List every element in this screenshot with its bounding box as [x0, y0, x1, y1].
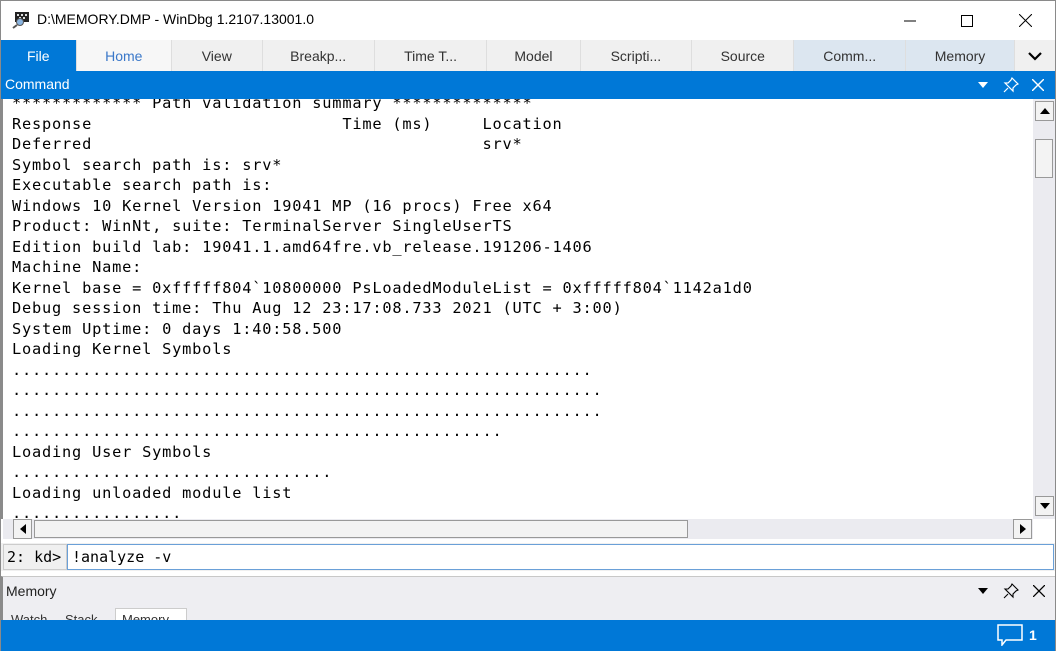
dropdown-triangle-icon [978, 588, 988, 594]
close-button[interactable] [996, 1, 1054, 40]
command-input[interactable] [67, 544, 1054, 570]
memory-pane-close-button[interactable] [1029, 581, 1049, 601]
windbg-icon [12, 11, 30, 29]
arrow-left-icon [19, 524, 26, 534]
pane-close-button[interactable] [1028, 75, 1048, 95]
tab-time-travel[interactable]: Time T... [374, 40, 488, 71]
output-line: ........................................… [12, 360, 593, 379]
output-line: System Uptime: 0 days 1:40:58.500 [12, 319, 343, 338]
memory-pane-title: Memory [6, 583, 57, 599]
ribbon-tabs: File Home View Breakp... Time T... Model… [1, 40, 1055, 71]
output-line: Loading Kernel Symbols [12, 340, 233, 358]
output-line: Machine Name: [12, 258, 143, 276]
minimize-button[interactable] [881, 1, 939, 40]
command-input-row: 2: kd> [1, 543, 1055, 571]
tab-command[interactable]: Comm... [794, 40, 906, 71]
tab-view[interactable]: View [172, 40, 263, 71]
tab-scripting[interactable]: Scripti... [580, 40, 693, 71]
output-line: Product: WinNt, suite: TerminalServer Si… [12, 217, 513, 235]
output-text: ************* Path validation summary **… [12, 99, 753, 519]
minimize-icon [904, 20, 916, 21]
output-line: Loading User Symbols [12, 442, 213, 461]
windbg-window: D:\MEMORY.DMP - WinDbg 1.2107.13001.0 Fi… [0, 0, 1056, 651]
command-pane-title: Command [5, 76, 70, 92]
close-icon [1018, 14, 1032, 27]
tab-memory[interactable]: Memory [905, 40, 1016, 71]
memory-pane: Memory Watch Stack Memory [1, 576, 1055, 621]
memory-pane-menu-button[interactable] [973, 581, 993, 601]
pin-icon [1003, 77, 1019, 93]
memory-pane-tabs: Watch Stack Memory [9, 607, 209, 621]
window-title: D:\MEMORY.DMP - WinDbg 1.2107.13001.0 [37, 11, 315, 27]
maximize-button[interactable] [938, 1, 996, 40]
command-prompt: 2: kd> [3, 544, 67, 570]
notification-count: 1 [1029, 627, 1037, 643]
ribbon-overflow-button[interactable] [1015, 40, 1055, 71]
vertical-scrollbar[interactable] [1033, 99, 1055, 519]
vertical-scroll-thumb[interactable] [1035, 139, 1053, 178]
output-line: Loading unloaded module list [12, 483, 293, 502]
memory-pin-button[interactable] [1001, 581, 1021, 601]
title-bar: D:\MEMORY.DMP - WinDbg 1.2107.13001.0 [1, 1, 1055, 40]
scroll-left-button[interactable] [13, 519, 32, 539]
tab-stack[interactable]: Stack [65, 607, 98, 621]
output-line: Executable search path is: [12, 176, 273, 194]
scroll-down-button[interactable] [1035, 496, 1054, 516]
output-line: ........................................… [12, 422, 503, 440]
output-line: Edition build lab: 19041.1.amd64fre.vb_r… [12, 237, 593, 256]
tab-home[interactable]: Home [76, 40, 173, 71]
pane-menu-button[interactable] [973, 75, 993, 95]
tab-model[interactable]: Model [487, 40, 581, 71]
output-line: Windows 10 Kernel Version 19041 MP (16 p… [12, 196, 553, 215]
close-icon [1033, 585, 1045, 597]
pin-button[interactable] [1001, 75, 1021, 95]
dropdown-triangle-icon [978, 82, 988, 88]
output-line: Debug session time: Thu Aug 12 23:17:08.… [12, 299, 623, 317]
arrow-right-icon [1019, 524, 1026, 534]
output-line: ................................ [12, 463, 333, 481]
tab-watch[interactable]: Watch [11, 607, 47, 621]
maximize-icon [961, 14, 973, 27]
output-line: ........................................… [12, 401, 603, 420]
output-line: ************* Path validation summary **… [12, 99, 533, 112]
arrow-up-icon [1039, 108, 1050, 114]
tab-source[interactable]: Source [692, 40, 795, 71]
notifications-button[interactable]: 1 [997, 624, 1037, 646]
command-pane-header: Command [1, 71, 1055, 99]
output-line: Kernel base = 0xfffff804`10800000 PsLoad… [12, 278, 753, 297]
horizontal-scrollbar[interactable] [3, 519, 1033, 539]
status-bar: 1 [1, 620, 1055, 651]
command-output[interactable]: ************* Path validation summary **… [1, 99, 1033, 519]
output-line: Deferred srv* [12, 135, 523, 153]
pin-icon [1003, 583, 1019, 599]
output-line: Symbol search path is: srv* [12, 155, 283, 174]
chat-bubble-icon [997, 624, 1023, 646]
arrow-down-icon [1039, 503, 1050, 509]
close-icon [1032, 79, 1044, 91]
output-line: ................. [12, 504, 183, 519]
tab-breakpoints[interactable]: Breakp... [262, 40, 375, 71]
horizontal-scroll-thumb[interactable] [34, 520, 688, 538]
chevron-down-icon [1028, 51, 1042, 61]
output-line: ........................................… [12, 381, 603, 399]
tab-file[interactable]: File [1, 40, 77, 71]
scroll-up-button[interactable] [1035, 101, 1054, 121]
output-line: Response Time (ms) Location [12, 114, 563, 133]
scroll-right-button[interactable] [1013, 519, 1032, 539]
